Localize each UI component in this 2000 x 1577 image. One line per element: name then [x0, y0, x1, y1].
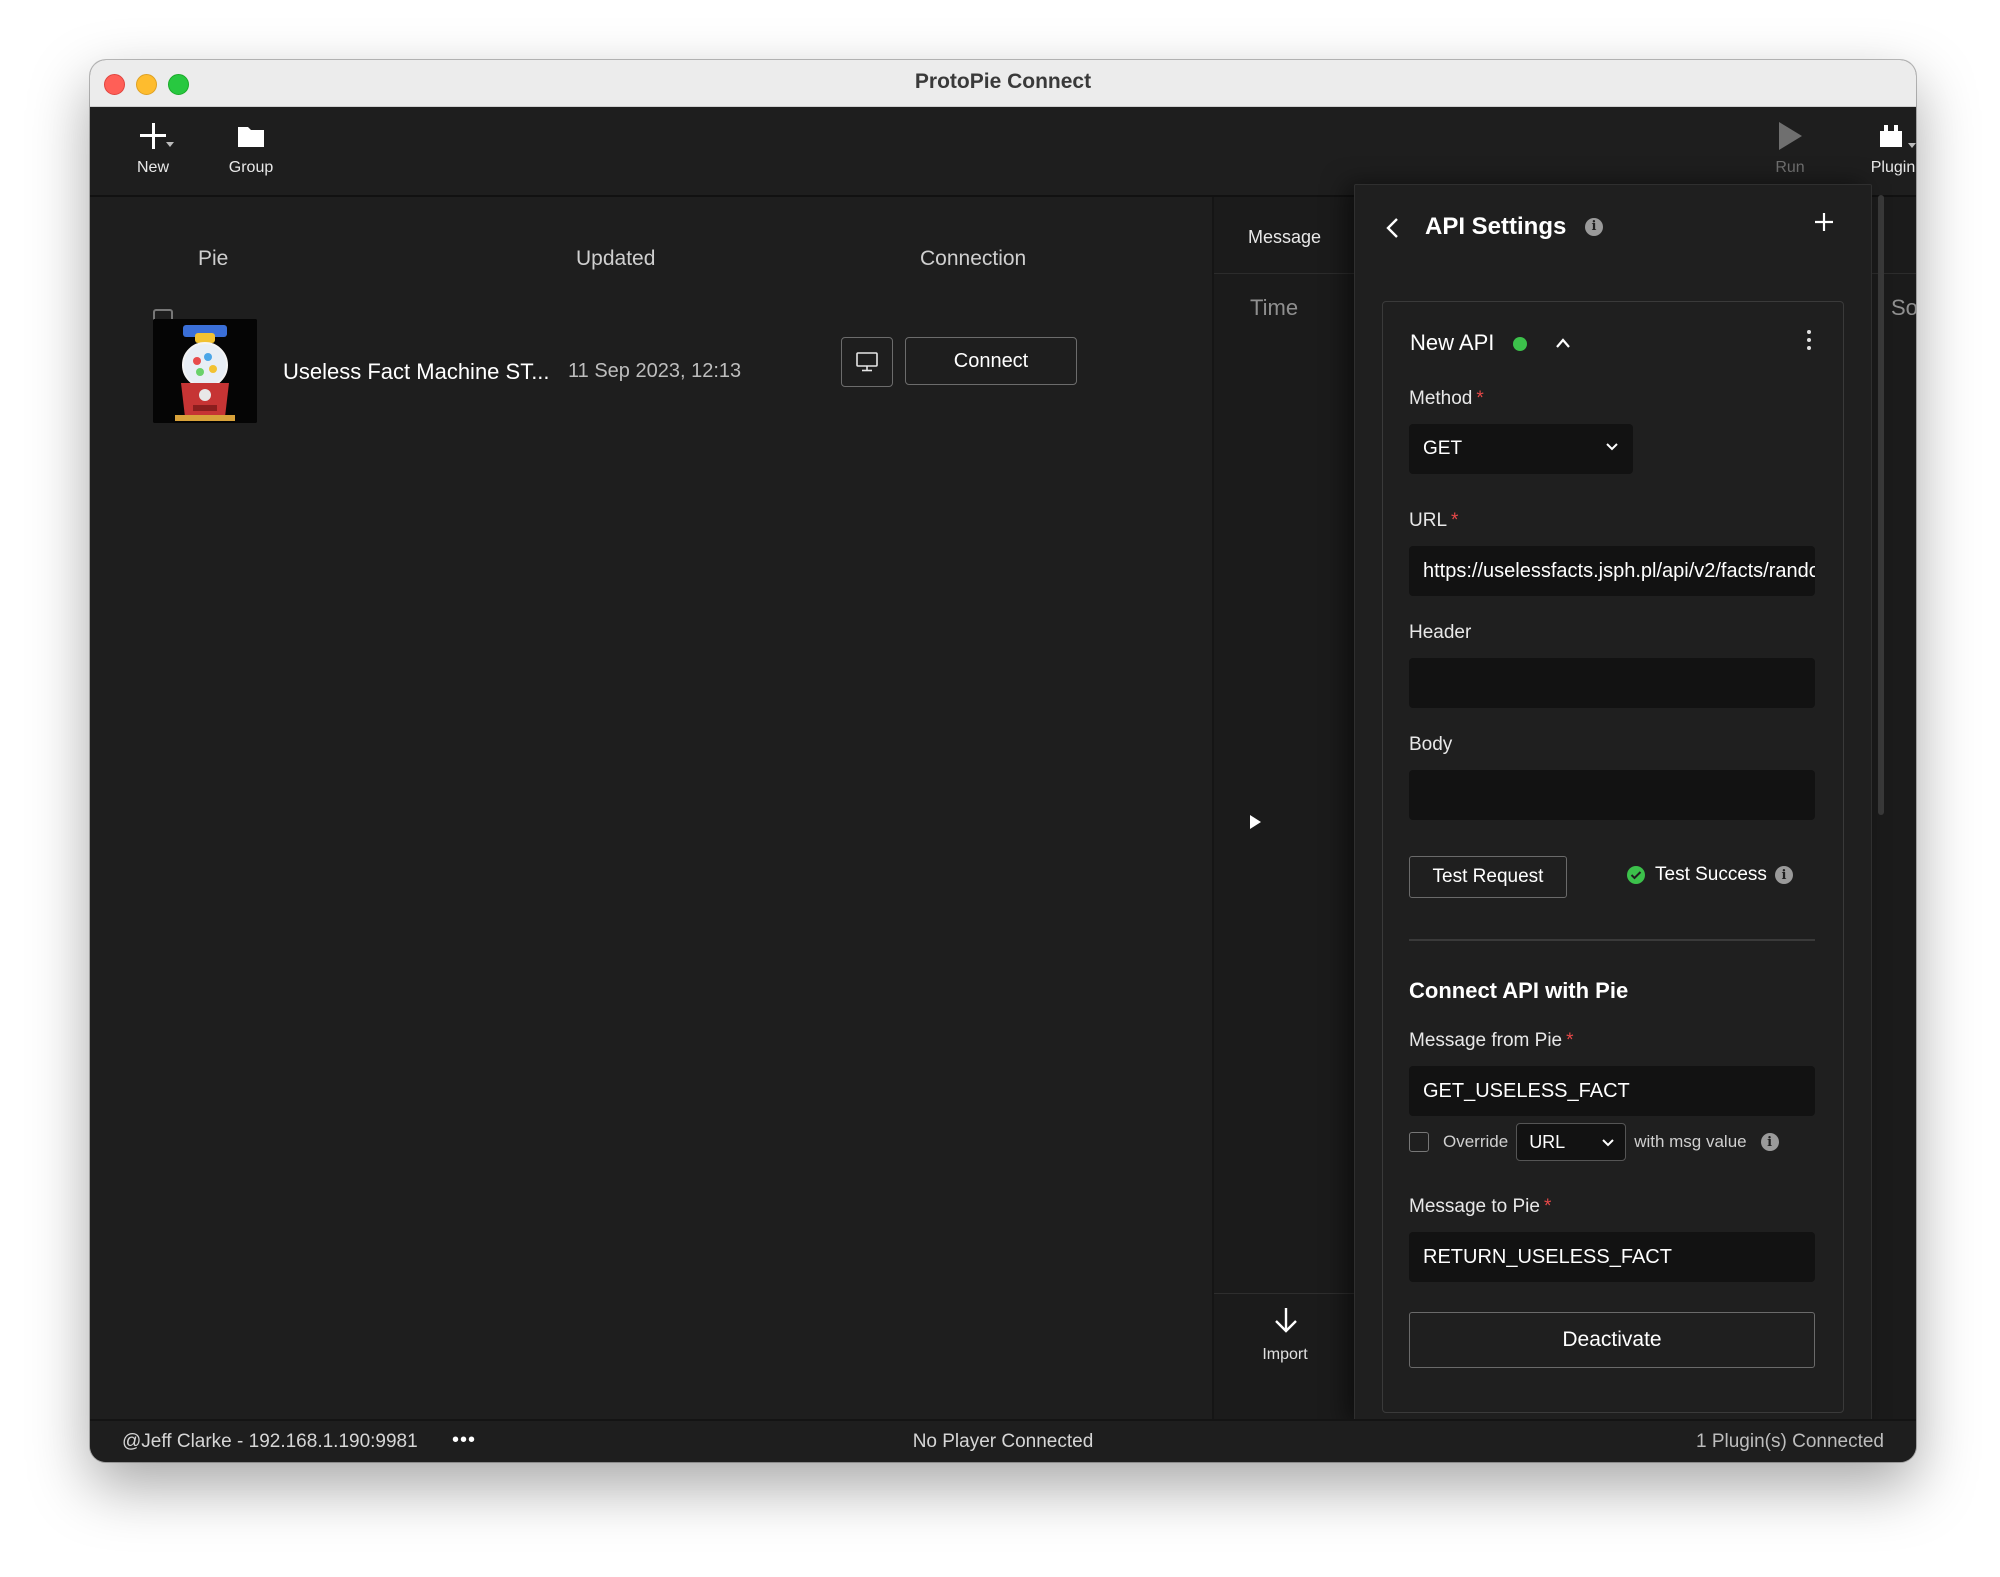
run-button[interactable]: Run: [1750, 119, 1830, 177]
chevron-down-icon: [1602, 1139, 1614, 1147]
import-button[interactable]: Import: [1214, 1293, 1356, 1420]
plus-icon: [1815, 213, 1833, 231]
caret-down-icon: [166, 142, 174, 147]
column-header-pie[interactable]: Pie: [198, 247, 228, 271]
player-status: No Player Connected: [912, 1431, 1094, 1452]
status-dot-icon: [1513, 337, 1527, 351]
monitor-icon: [856, 352, 878, 372]
override-select-value: URL: [1529, 1131, 1566, 1152]
status-bar: @Jeff Clarke - 192.168.1.190:9981 ••• No…: [90, 1419, 1916, 1462]
api-name: New API: [1410, 330, 1495, 355]
method-label: Method *: [1409, 388, 1484, 409]
open-in-browser-button[interactable]: [841, 337, 893, 387]
pie-list: Pie Updated Connection Useless Fact Mach…: [90, 197, 1210, 1419]
column-header-updated[interactable]: Updated: [576, 247, 655, 271]
group-label: Group: [228, 159, 274, 176]
chevron-left-icon: [1386, 218, 1398, 238]
message-from-input[interactable]: GET_USELESS_FACT: [1409, 1066, 1815, 1116]
test-request-button[interactable]: Test Request: [1409, 856, 1567, 898]
plugin-status: 1 Plugin(s) Connected: [1696, 1431, 1884, 1452]
import-label: Import: [1262, 1346, 1308, 1363]
api-settings-panel: API Settings i New API Method * GET URL * …: [1354, 184, 1872, 1424]
pie-thumbnail[interactable]: [153, 319, 257, 423]
column-header-source: Sou: [1891, 295, 1916, 320]
override-checkbox[interactable]: [1409, 1132, 1429, 1152]
plus-icon: [140, 123, 166, 149]
more-options-button[interactable]: [1807, 330, 1811, 354]
pie-name[interactable]: Useless Fact Machine ST...: [283, 359, 550, 385]
test-status-text: Test Success: [1655, 864, 1767, 885]
column-header-time: Time: [1250, 295, 1299, 320]
plugin-label: Plugin: [1870, 159, 1916, 176]
new-label: New: [136, 159, 169, 176]
section-title: Connect API with Pie: [1409, 978, 1629, 1003]
check-circle-icon: [1627, 866, 1645, 884]
override-select[interactable]: URL: [1516, 1123, 1627, 1161]
run-label: Run: [1775, 159, 1805, 176]
folder-icon: [238, 127, 264, 147]
title-bar: ProtoPie Connect: [90, 60, 1916, 107]
new-button[interactable]: New: [113, 119, 193, 177]
method-value: GET: [1423, 438, 1463, 459]
url-input[interactable]: https://uselessfacts.jsph.pl/api/v2/fact…: [1409, 546, 1815, 596]
deactivate-button[interactable]: Deactivate: [1409, 1312, 1815, 1368]
plugin-button[interactable]: Plugin: [1853, 119, 1916, 177]
api-card: New API Method * GET URL * https://useless…: [1382, 301, 1844, 1413]
info-icon[interactable]: i: [1774, 866, 1793, 884]
window-title: ProtoPie Connect: [914, 70, 1092, 93]
info-icon: i: [1585, 217, 1603, 236]
chevron-up-icon: [1556, 338, 1570, 348]
scrollbar[interactable]: [1878, 195, 1884, 815]
section-divider: [1409, 939, 1815, 941]
pie-updated: 11 Sep 2023, 12:13: [568, 360, 742, 382]
override-row: Override URL with msg value i: [1409, 1122, 1829, 1162]
override-suffix: with msg value: [1634, 1132, 1747, 1151]
connect-button[interactable]: Connect: [905, 337, 1077, 385]
info-button[interactable]: i: [1585, 217, 1603, 236]
body-label: Body: [1409, 734, 1453, 755]
gumball-machine-icon: [153, 319, 257, 423]
column-header-connection: Connection: [920, 247, 1027, 270]
tab-message[interactable]: Message: [1248, 227, 1321, 248]
header-input[interactable]: [1409, 658, 1815, 708]
collapse-button[interactable]: [1555, 336, 1571, 354]
plugin-icon: [1880, 125, 1902, 147]
test-status: Test Success i: [1627, 864, 1793, 886]
message-to-label: Message to Pie *: [1409, 1196, 1552, 1217]
header-label: Header: [1409, 622, 1472, 643]
play-icon: [1779, 122, 1802, 150]
message-to-input[interactable]: RETURN_USELESS_FACT: [1409, 1232, 1815, 1282]
message-from-label: Message from Pie *: [1409, 1030, 1574, 1051]
app-window: ProtoPie Connect New Group Run Plugin Pi…: [90, 60, 1916, 1462]
group-button[interactable]: Group: [211, 119, 291, 177]
panel-title: API Settings: [1425, 213, 1567, 240]
body-input[interactable]: [1409, 770, 1815, 820]
arrow-down-icon: [1275, 1308, 1297, 1333]
expand-panel-icon[interactable]: [1250, 815, 1261, 829]
info-icon[interactable]: i: [1760, 1133, 1779, 1151]
caret-down-icon: [1908, 143, 1916, 148]
override-label: Override: [1443, 1132, 1509, 1151]
back-button[interactable]: [1385, 217, 1399, 244]
chevron-down-icon: [1606, 443, 1618, 451]
kebab-icon: [1807, 330, 1811, 334]
url-label: URL *: [1409, 510, 1459, 531]
add-api-button[interactable]: [1813, 211, 1835, 238]
method-select[interactable]: GET: [1409, 424, 1633, 474]
